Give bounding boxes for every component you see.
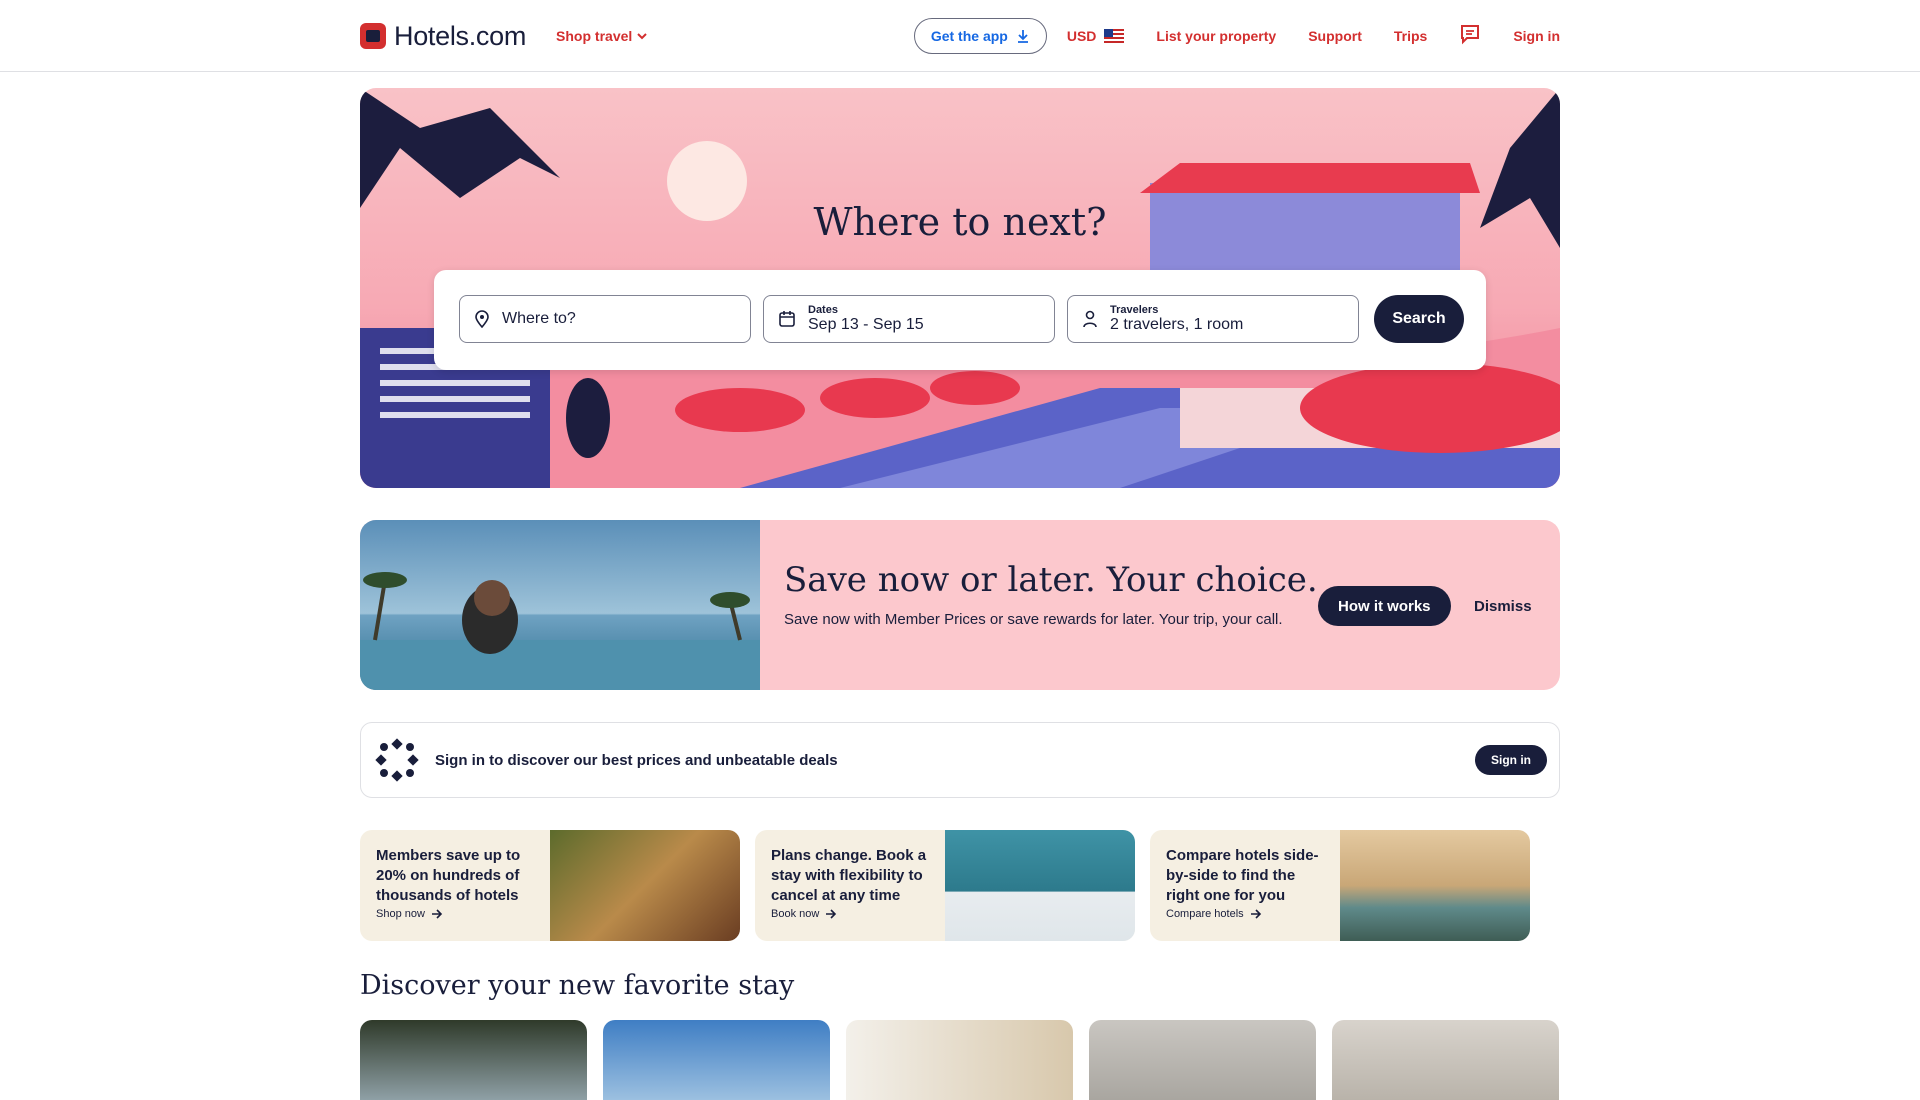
banner-text: Save now with Member Prices or save rewa… bbox=[784, 611, 1283, 628]
search-card: Where to? Dates Sep 13 - Sep 15 Traveler… bbox=[434, 270, 1486, 370]
currency-selector[interactable]: USD bbox=[1067, 28, 1125, 44]
sign-in-label: Sign in bbox=[1513, 28, 1560, 44]
promo-image-room bbox=[945, 830, 1135, 941]
travelers-label: Travelers bbox=[1110, 304, 1159, 316]
promo-card-flexibility[interactable]: Plans change. Book a stay with flexibili… bbox=[755, 830, 1135, 941]
stay-card[interactable] bbox=[1332, 1020, 1559, 1100]
get-the-app-button[interactable]: Get the app bbox=[913, 18, 1047, 54]
promo-link[interactable]: Compare hotels bbox=[1166, 908, 1262, 920]
header-inner: Hotels.com Shop travel Get the app USD L… bbox=[360, 0, 1560, 72]
currency-label: USD bbox=[1066, 28, 1097, 44]
promo-text: Compare hotels side-by-side to find the … bbox=[1166, 847, 1319, 904]
trips-link[interactable]: Trips bbox=[1394, 28, 1427, 44]
promo-text: Plans change. Book a stay with flexibili… bbox=[771, 847, 927, 904]
destination-placeholder: Where to? bbox=[502, 310, 576, 327]
promo-link-label: Shop now bbox=[376, 908, 425, 920]
get-the-app-label: Get the app bbox=[930, 28, 1008, 44]
signin-strip-button[interactable]: Sign in bbox=[1475, 745, 1547, 775]
travelers-value: 2 travelers, 1 room bbox=[1110, 316, 1244, 333]
promo-image-dining bbox=[550, 830, 740, 941]
promo-link[interactable]: Shop now bbox=[376, 908, 443, 920]
calendar-icon bbox=[779, 311, 795, 327]
travelers-field[interactable]: Travelers 2 travelers, 1 room bbox=[1067, 295, 1359, 343]
discover-title: Discover your new favorite stay bbox=[360, 970, 795, 1001]
list-property-link[interactable]: List your property bbox=[1156, 28, 1276, 44]
promo-link-label: Compare hotels bbox=[1166, 908, 1244, 920]
arrow-right-icon bbox=[1250, 909, 1261, 919]
destination-field[interactable]: Where to? bbox=[459, 295, 751, 343]
how-it-works-button[interactable]: How it works bbox=[1318, 586, 1451, 626]
person-icon bbox=[1083, 310, 1097, 328]
arrow-right-icon bbox=[826, 909, 837, 919]
messages-button[interactable] bbox=[1459, 23, 1481, 50]
header-nav: Get the app USD List your property Suppo… bbox=[913, 18, 1560, 54]
location-pin-icon bbox=[475, 310, 489, 328]
travelers-content: Travelers 2 travelers, 1 room bbox=[1110, 304, 1243, 334]
dates-label: Dates bbox=[808, 304, 838, 316]
signin-strip: Sign in to discover our best prices and … bbox=[360, 722, 1560, 798]
brand-logo[interactable]: Hotels.com bbox=[360, 21, 526, 52]
hero-section: Where to next? Where to? Dates Sep 13 - … bbox=[360, 88, 1560, 488]
stay-card[interactable] bbox=[603, 1020, 830, 1100]
rewards-icon bbox=[375, 738, 419, 782]
hero-title: Where to next? bbox=[813, 200, 1107, 244]
promo-image-resort bbox=[1340, 830, 1530, 941]
support-link[interactable]: Support bbox=[1308, 28, 1362, 44]
signin-strip-text: Sign in to discover our best prices and … bbox=[435, 751, 838, 769]
top-header: Hotels.com Shop travel Get the app USD L… bbox=[0, 0, 1920, 72]
banner-pool-image bbox=[360, 520, 760, 690]
banner-title: Save now or later. Your choice. bbox=[784, 560, 1318, 600]
promo-link-label: Book now bbox=[771, 908, 820, 920]
download-icon bbox=[1017, 30, 1028, 43]
shop-travel-menu[interactable]: Shop travel bbox=[556, 28, 648, 44]
dates-field[interactable]: Dates Sep 13 - Sep 15 bbox=[763, 295, 1055, 343]
brand-name: Hotels.com bbox=[394, 20, 527, 51]
search-button[interactable]: Search bbox=[1374, 295, 1464, 343]
promo-card-compare[interactable]: Compare hotels side-by-side to find the … bbox=[1150, 830, 1530, 941]
stay-card[interactable] bbox=[846, 1020, 1073, 1100]
dismiss-button[interactable]: Dismiss bbox=[1474, 598, 1532, 615]
chat-icon bbox=[1461, 24, 1480, 44]
support-label: Support bbox=[1308, 28, 1362, 44]
promo-link[interactable]: Book now bbox=[771, 908, 837, 920]
sign-in-link[interactable]: Sign in bbox=[1513, 28, 1560, 44]
us-flag-icon bbox=[1104, 29, 1125, 43]
list-property-label: List your property bbox=[1156, 28, 1277, 44]
save-banner: Save now or later. Your choice. Save now… bbox=[360, 520, 1560, 690]
promo-text: Members save up to 20% on hundreds of th… bbox=[376, 847, 521, 904]
shop-travel-label: Shop travel bbox=[556, 28, 633, 44]
arrow-right-icon bbox=[431, 909, 443, 919]
trips-label: Trips bbox=[1393, 28, 1428, 44]
dates-content: Dates Sep 13 - Sep 15 bbox=[808, 304, 924, 334]
stay-card[interactable] bbox=[1089, 1020, 1316, 1100]
stay-card[interactable] bbox=[360, 1020, 587, 1100]
promo-card-members[interactable]: Members save up to 20% on hundreds of th… bbox=[360, 830, 740, 941]
chevron-down-icon bbox=[637, 33, 648, 40]
dates-value: Sep 13 - Sep 15 bbox=[808, 316, 924, 333]
brand-logo-icon bbox=[360, 23, 386, 49]
banner-scene bbox=[360, 572, 760, 690]
